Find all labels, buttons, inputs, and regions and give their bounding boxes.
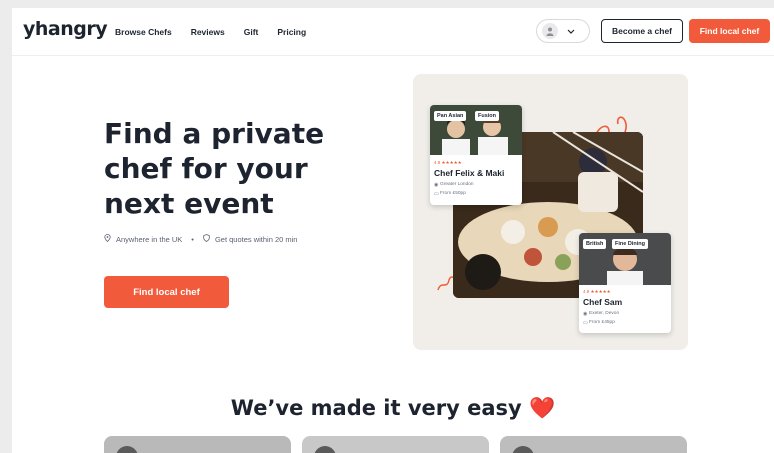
- main-nav: Browse Chefs Reviews Gift Pricing: [115, 27, 306, 37]
- chevron-down-icon: [566, 26, 576, 36]
- meta-location: Anywhere in the UK: [116, 234, 183, 244]
- step-icon: [512, 446, 534, 453]
- find-local-chef-hero-button[interactable]: Find local chef: [104, 276, 229, 308]
- price-tag-icon: ▭: [583, 320, 588, 326]
- chef-location: Exeter, Devon: [589, 311, 620, 316]
- step-icon: [116, 446, 138, 453]
- user-menu-toggle[interactable]: [536, 19, 590, 43]
- top-navigation-bar: yhangry Browse Chefs Reviews Gift Pricin…: [12, 8, 774, 56]
- clock-shield-icon: [203, 234, 210, 244]
- chef-rating: 4.9 ★★★★★: [434, 160, 462, 165]
- nav-browse-chefs[interactable]: Browse Chefs: [115, 27, 172, 37]
- location-pin-icon: ◉: [583, 311, 588, 317]
- meta-quotes: Get quotes within 20 min: [214, 234, 298, 244]
- cuisine-tag: British: [583, 239, 607, 249]
- location-pin-icon: ◉: [434, 182, 439, 188]
- page: yhangry Browse Chefs Reviews Gift Pricin…: [12, 8, 774, 453]
- location-pin-icon: [104, 234, 111, 244]
- find-local-chef-header-button[interactable]: Find local chef: [689, 19, 770, 43]
- chef-name: Chef Felix & Maki: [434, 168, 505, 178]
- price-tag-icon: ▭: [434, 191, 439, 197]
- steps-tiles: [104, 436, 687, 453]
- yhangry-logo[interactable]: yhangry: [23, 18, 108, 40]
- step-icon: [314, 446, 336, 453]
- chef-name: Chef Sam: [583, 297, 623, 307]
- step-tile: [104, 436, 291, 453]
- chef-location: Greater London: [440, 182, 474, 187]
- step-tile: [302, 436, 489, 453]
- user-icon: [542, 23, 558, 39]
- chef-price: From £45pp: [589, 320, 615, 325]
- nav-pricing[interactable]: Pricing: [277, 27, 306, 37]
- cuisine-tag: Fine Dining: [612, 239, 648, 249]
- cuisine-tag: Pan Asian: [434, 111, 467, 121]
- chef-card[interactable]: British Fine Dining 4.9 ★★★★★ Chef Sam E…: [579, 233, 671, 333]
- chef-rating: 4.9 ★★★★★: [583, 289, 611, 294]
- hero-title: Find a private chef for your next event: [104, 117, 325, 220]
- become-a-chef-button[interactable]: Become a chef: [601, 19, 683, 43]
- chef-card[interactable]: Pan Asian Fusion 4.9 ★★★★★ Chef Felix & …: [430, 105, 522, 205]
- meta-separator: •: [191, 234, 194, 244]
- hero-meta: Anywhere in the UK • Get quotes within 2…: [104, 234, 297, 244]
- nav-gift[interactable]: Gift: [244, 27, 259, 37]
- hero-image-panel: Pan Asian Fusion 4.9 ★★★★★ Chef Felix & …: [413, 74, 688, 350]
- cuisine-tag: Fusion: [475, 111, 500, 121]
- nav-reviews[interactable]: Reviews: [191, 27, 225, 37]
- chef-price: From £50pp: [440, 191, 466, 196]
- section-title: We’ve made it very easy ❤️: [230, 396, 556, 420]
- step-tile: [500, 436, 687, 453]
